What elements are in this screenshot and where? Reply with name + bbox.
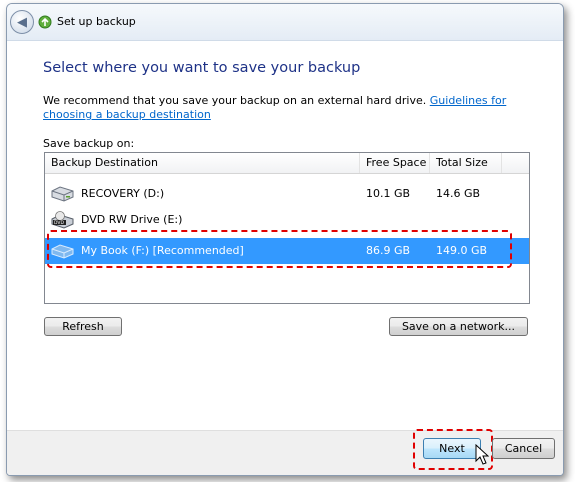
hard-drive-icon — [51, 186, 74, 202]
window-title: Set up backup — [57, 15, 136, 28]
save-backup-on-label: Save backup on: — [43, 137, 135, 150]
dvd-drive-icon: DVD — [51, 211, 74, 229]
external-drive-icon — [51, 244, 74, 259]
backup-icon — [38, 15, 52, 29]
recommendation-sentence: We recommend that you save your backup o… — [43, 94, 430, 107]
free-space-value: 10.1 GB — [366, 187, 411, 200]
backup-dialog: ◀ Set up backup Select where you want to… — [6, 3, 564, 476]
column-filler — [502, 153, 529, 173]
recommendation-text: We recommend that you save your backup o… — [43, 94, 543, 122]
next-button[interactable]: Next — [423, 438, 481, 459]
svg-text:DVD: DVD — [54, 220, 64, 226]
title-bar: ◀ Set up backup — [7, 4, 563, 41]
mouse-cursor-icon — [475, 444, 489, 465]
total-size-value: 149.0 GB — [436, 244, 488, 257]
total-size-value: 14.6 GB — [436, 187, 481, 200]
destination-name: My Book (F:) [Recommended] — [81, 244, 244, 257]
backup-destination-list[interactable]: Backup Destination Free Space Total Size… — [44, 152, 530, 304]
page-heading: Select where you want to save your backu… — [43, 60, 361, 76]
list-item[interactable]: RECOVERY (D:) 10.1 GB 14.6 GB — [45, 181, 529, 207]
list-item-selected[interactable]: My Book (F:) [Recommended] 86.9 GB 149.0… — [45, 238, 529, 264]
column-free-space[interactable]: Free Space — [360, 153, 430, 173]
refresh-button[interactable]: Refresh — [44, 317, 122, 336]
back-arrow-icon[interactable]: ◀ — [10, 10, 34, 34]
destination-name: RECOVERY (D:) — [81, 187, 165, 200]
save-on-network-button[interactable]: Save on a network... — [389, 317, 528, 336]
cancel-button[interactable]: Cancel — [492, 438, 555, 459]
free-space-value: 86.9 GB — [366, 244, 411, 257]
list-header: Backup Destination Free Space Total Size — [45, 153, 529, 174]
destination-name: DVD RW Drive (E:) — [81, 213, 183, 226]
list-item[interactable]: DVD DVD RW Drive (E:) — [45, 207, 529, 233]
column-total-size[interactable]: Total Size — [430, 153, 502, 173]
column-backup-destination[interactable]: Backup Destination — [45, 153, 360, 173]
